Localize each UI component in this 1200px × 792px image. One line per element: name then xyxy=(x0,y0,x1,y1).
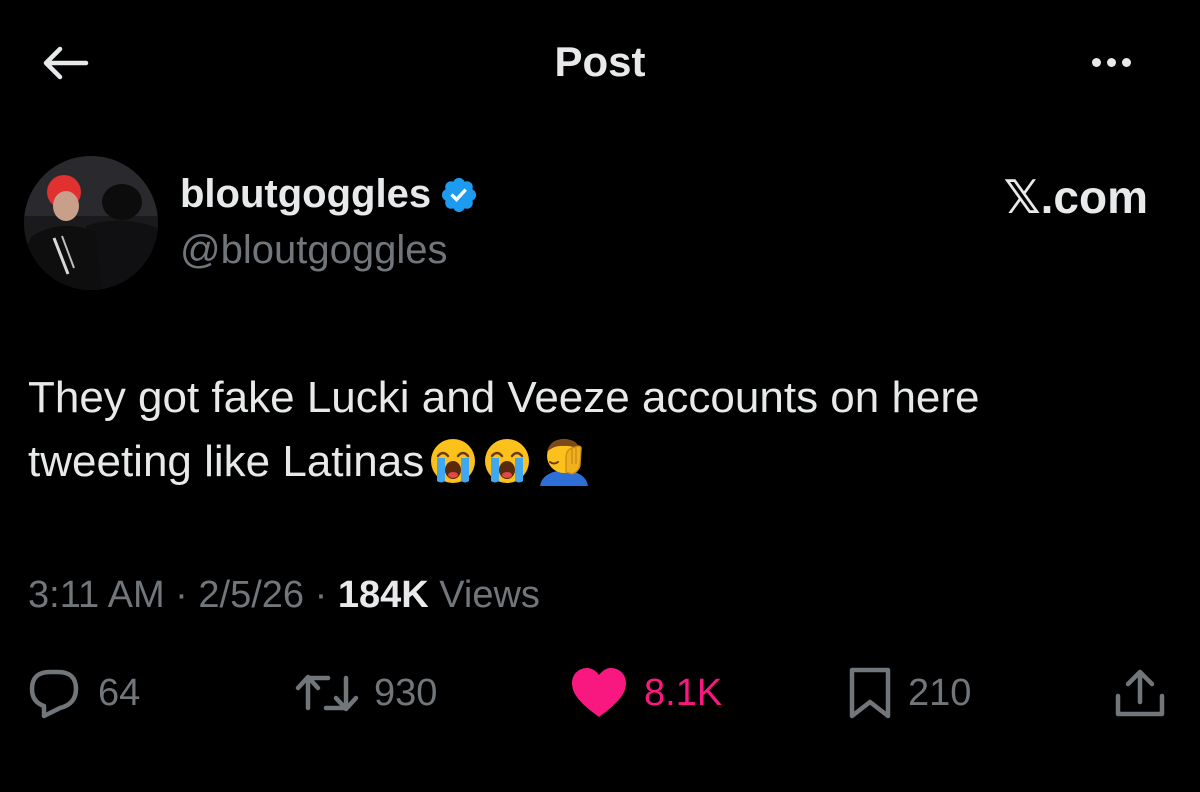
tweet-time[interactable]: 3:11 AM xyxy=(28,574,165,616)
meta-separator: · xyxy=(314,574,328,616)
loudly-crying-face-icon xyxy=(482,436,532,504)
reply-button[interactable]: 64 xyxy=(24,660,140,726)
verified-badge-icon xyxy=(441,177,477,212)
x-com-watermark: 𝕏.com xyxy=(1003,171,1148,223)
meta-separator: · xyxy=(175,574,188,616)
tweet-meta: 3:11 AM · 2/5/26 · 184K Views xyxy=(28,574,540,617)
reply-count: 64 xyxy=(98,671,141,714)
share-button[interactable] xyxy=(1108,660,1172,726)
repost-icon xyxy=(295,674,359,712)
avatar-photo xyxy=(24,156,158,290)
bookmark-icon xyxy=(849,667,891,719)
man-facepalming-icon xyxy=(536,436,592,504)
author-handle[interactable]: @bloutgoggles xyxy=(180,228,447,273)
more-options-button[interactable] xyxy=(1080,44,1142,80)
views-count: 184K xyxy=(337,574,429,616)
reply-icon xyxy=(29,669,79,719)
more-dot-icon xyxy=(1106,57,1116,67)
views-label: Views xyxy=(439,574,540,616)
like-button[interactable]: 8.1K xyxy=(568,660,722,726)
author-name-text: bloutgoggles xyxy=(180,172,432,216)
page-title: Post xyxy=(554,38,646,85)
author-display-name[interactable]: bloutgoggles xyxy=(180,172,479,217)
more-dot-icon xyxy=(1121,57,1131,67)
heart-icon xyxy=(572,668,626,717)
more-dot-icon xyxy=(1091,57,1101,67)
avatar[interactable] xyxy=(24,156,158,290)
tweet-text: They got fake Lucki and Veeze accounts o… xyxy=(28,366,1148,504)
repost-button[interactable]: 930 xyxy=(294,660,437,726)
repost-count: 930 xyxy=(374,671,438,714)
like-count: 8.1K xyxy=(644,671,723,714)
bookmark-button[interactable]: 210 xyxy=(846,660,971,726)
loudly-crying-face-icon xyxy=(428,436,478,504)
share-icon xyxy=(1115,669,1165,717)
tweet-date[interactable]: 2/5/26 xyxy=(198,574,304,616)
bookmark-count: 210 xyxy=(908,671,972,714)
